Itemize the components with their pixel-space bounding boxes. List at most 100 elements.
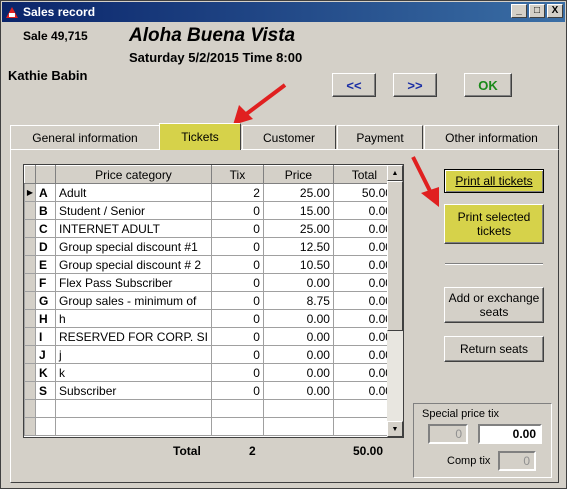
- tix-cell[interactable]: 0: [210, 273, 264, 292]
- category-cell[interactable]: Subscriber: [55, 381, 212, 400]
- table-row[interactable]: C INTERNET ADULT 0 25.00 0.00: [24, 219, 396, 238]
- maximize-button[interactable]: □: [529, 4, 545, 18]
- tix-cell[interactable]: 0: [210, 291, 264, 310]
- table-row[interactable]: Hh 0 0.00 0.00: [24, 309, 396, 328]
- row-selector[interactable]: [24, 417, 36, 436]
- row-selector[interactable]: [24, 201, 36, 220]
- code-cell[interactable]: F: [35, 273, 56, 292]
- row-selector[interactable]: [24, 363, 36, 382]
- row-selector[interactable]: [24, 399, 36, 418]
- scroll-down-arrow-icon[interactable]: ▼: [387, 421, 403, 437]
- table-row[interactable]: D Group special discount #1 0 12.50 0.00: [24, 237, 396, 256]
- price-cell[interactable]: 10.50: [262, 255, 334, 274]
- table-row[interactable]: B Student / Senior 0 15.00 0.00: [24, 201, 396, 220]
- code-cell[interactable]: [35, 417, 56, 436]
- tix-cell[interactable]: 0: [210, 327, 264, 346]
- table-row[interactable]: I RESERVED FOR CORP. SI 0 0.00 0.00: [24, 327, 396, 346]
- price-cell[interactable]: 8.75: [262, 291, 334, 310]
- tab-other-information[interactable]: Other information: [424, 125, 559, 149]
- tab-tickets[interactable]: Tickets: [159, 123, 241, 150]
- category-cell[interactable]: Adult: [55, 183, 212, 202]
- tix-cell[interactable]: 0: [210, 363, 264, 382]
- category-cell[interactable]: j: [55, 345, 212, 364]
- category-cell[interactable]: Student / Senior: [55, 201, 212, 220]
- add-or-exchange-seats-button[interactable]: Add or exchange seats: [444, 287, 544, 323]
- ok-button[interactable]: OK: [464, 73, 512, 97]
- tix-cell[interactable]: 0: [210, 237, 264, 256]
- category-cell[interactable]: Group sales - minimum of: [55, 291, 212, 310]
- print-all-tickets-button[interactable]: Print all tickets: [444, 169, 544, 193]
- code-cell[interactable]: S: [35, 381, 56, 400]
- tab-payment[interactable]: Payment: [337, 125, 423, 149]
- tix-cell[interactable]: 0: [210, 309, 264, 328]
- tix-cell[interactable]: 0: [210, 201, 264, 220]
- category-cell[interactable]: Group special discount #1: [55, 237, 212, 256]
- tix-cell[interactable]: 0: [210, 255, 264, 274]
- row-selector[interactable]: [24, 273, 36, 292]
- price-cell[interactable]: [262, 399, 334, 418]
- tix-cell[interactable]: 0: [210, 381, 264, 400]
- price-cell[interactable]: 0.00: [262, 381, 334, 400]
- code-cell[interactable]: E: [35, 255, 56, 274]
- table-row[interactable]: G Group sales - minimum of 0 8.75 0.00: [24, 291, 396, 310]
- code-cell[interactable]: G: [35, 291, 56, 310]
- category-cell[interactable]: k: [55, 363, 212, 382]
- table-row[interactable]: ▶ A Adult 2 25.00 50.00: [24, 183, 396, 202]
- row-selector[interactable]: [24, 381, 36, 400]
- category-cell[interactable]: [55, 399, 212, 418]
- scroll-up-arrow-icon[interactable]: ▲: [387, 165, 403, 181]
- next-record-button[interactable]: >>: [393, 73, 437, 97]
- row-selector[interactable]: [24, 327, 36, 346]
- table-row[interactable]: [24, 399, 396, 418]
- previous-record-button[interactable]: <<: [332, 73, 376, 97]
- table-row[interactable]: S Subscriber 0 0.00 0.00: [24, 381, 396, 400]
- title-bar[interactable]: Sales record _ □ X: [2, 2, 565, 22]
- minimize-button[interactable]: _: [511, 4, 527, 18]
- price-cell[interactable]: 0.00: [262, 363, 334, 382]
- price-cell[interactable]: 12.50: [262, 237, 334, 256]
- code-cell[interactable]: J: [35, 345, 56, 364]
- table-row[interactable]: Kk 0 0.00 0.00: [24, 363, 396, 382]
- special-price-amount-field[interactable]: 0.00: [478, 424, 542, 444]
- category-cell[interactable]: RESERVED FOR CORP. SI: [55, 327, 212, 346]
- table-row[interactable]: [24, 417, 396, 436]
- tix-header[interactable]: Tix: [210, 165, 264, 184]
- price-cell[interactable]: 0.00: [262, 273, 334, 292]
- code-cell[interactable]: B: [35, 201, 56, 220]
- code-cell[interactable]: [35, 399, 56, 418]
- price-cell[interactable]: 0.00: [262, 345, 334, 364]
- code-cell[interactable]: D: [35, 237, 56, 256]
- table-row[interactable]: F Flex Pass Subscriber 0 0.00 0.00: [24, 273, 396, 292]
- tix-cell[interactable]: [210, 399, 264, 418]
- row-selector[interactable]: ▶: [24, 183, 36, 202]
- price-category-header[interactable]: Price category: [55, 165, 212, 184]
- code-cell[interactable]: I: [35, 327, 56, 346]
- price-cell[interactable]: 0.00: [262, 309, 334, 328]
- code-cell[interactable]: H: [35, 309, 56, 328]
- tix-cell[interactable]: [210, 417, 264, 436]
- row-selector[interactable]: [24, 291, 36, 310]
- row-selector[interactable]: [24, 219, 36, 238]
- category-cell[interactable]: INTERNET ADULT: [55, 219, 212, 238]
- row-selector[interactable]: [24, 309, 36, 328]
- price-cell[interactable]: 25.00: [262, 183, 334, 202]
- grid-vertical-scrollbar[interactable]: ▲ ▼: [387, 165, 403, 437]
- category-cell[interactable]: [55, 417, 212, 436]
- table-row[interactable]: E Group special discount # 2 0 10.50 0.00: [24, 255, 396, 274]
- price-cell[interactable]: 15.00: [262, 201, 334, 220]
- code-cell[interactable]: K: [35, 363, 56, 382]
- scroll-thumb[interactable]: [387, 181, 403, 331]
- row-selector[interactable]: [24, 237, 36, 256]
- close-button[interactable]: X: [547, 4, 563, 18]
- tix-cell[interactable]: 0: [210, 345, 264, 364]
- price-cell[interactable]: 0.00: [262, 327, 334, 346]
- code-cell[interactable]: A: [35, 183, 56, 202]
- price-cell[interactable]: [262, 417, 334, 436]
- category-cell[interactable]: Flex Pass Subscriber: [55, 273, 212, 292]
- row-selector[interactable]: [24, 345, 36, 364]
- return-seats-button[interactable]: Return seats: [444, 336, 544, 362]
- tab-general-information[interactable]: General information: [10, 125, 160, 149]
- price-header[interactable]: Price: [262, 165, 334, 184]
- row-selector[interactable]: [24, 255, 36, 274]
- tix-cell[interactable]: 0: [210, 219, 264, 238]
